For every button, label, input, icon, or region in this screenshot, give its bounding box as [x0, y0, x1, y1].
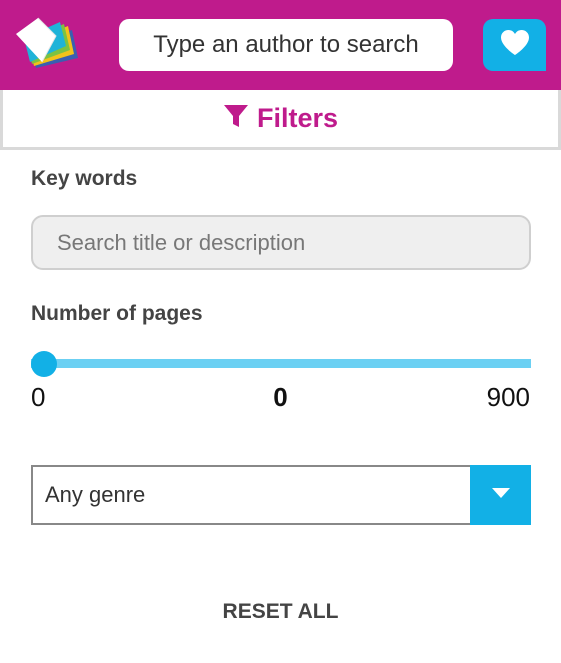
filters-toggle[interactable]: Filters [0, 90, 561, 150]
reset-all-button[interactable]: RESET ALL [0, 600, 561, 624]
author-search-input[interactable] [119, 19, 453, 71]
keywords-label: Key words [31, 167, 138, 190]
book-pages-logo[interactable] [12, 16, 82, 74]
heart-icon [500, 29, 530, 61]
caret-down-icon [491, 486, 510, 504]
pages-max-label: 900 [486, 382, 530, 412]
pages-label: Number of pages [31, 302, 203, 325]
funnel-icon [223, 103, 249, 134]
pages-slider-handle[interactable] [31, 351, 57, 377]
pages-slider-track[interactable] [31, 359, 531, 368]
favorites-button[interactable] [483, 19, 546, 71]
genre-dropdown-button[interactable] [470, 465, 531, 525]
pages-current-value: 0 [273, 382, 288, 412]
genre-select[interactable]: Any genre [31, 465, 531, 525]
genre-selected-value: Any genre [45, 482, 146, 507]
filters-label: Filters [256, 103, 339, 133]
top-bar [0, 0, 561, 90]
keywords-input[interactable] [31, 215, 531, 270]
